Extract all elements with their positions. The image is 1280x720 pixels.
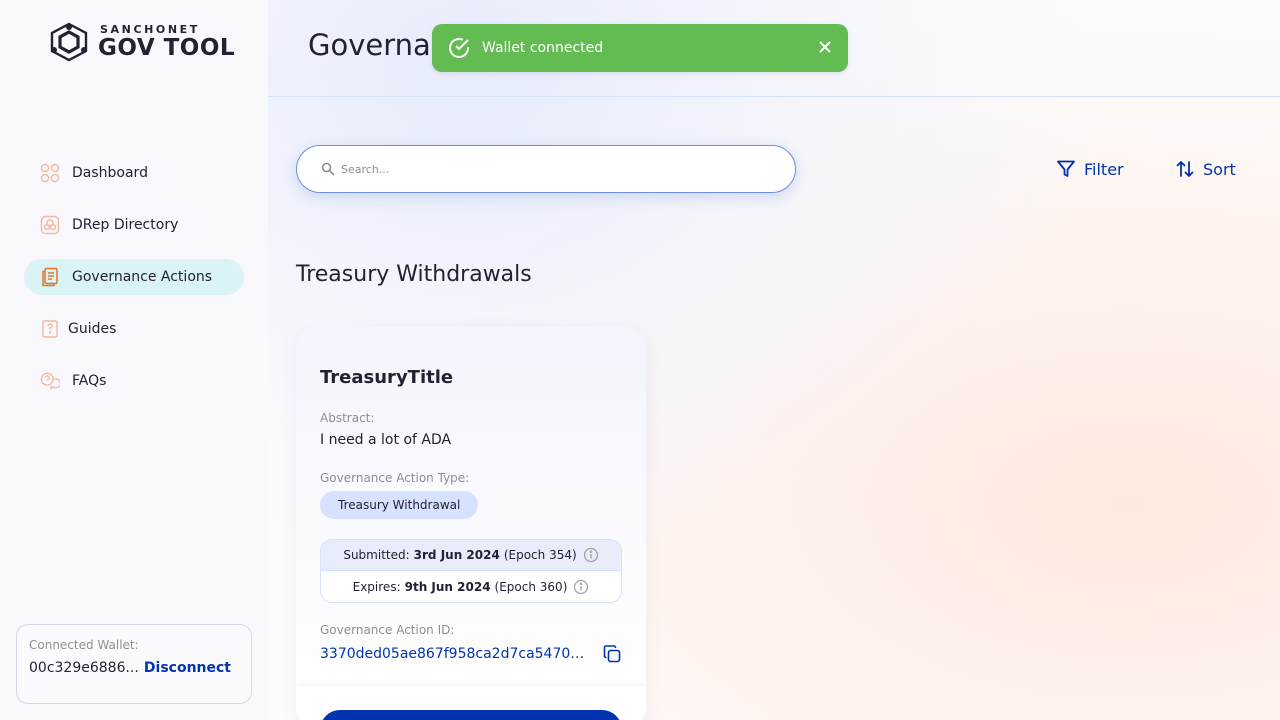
check-circle-icon (449, 38, 469, 58)
card-title: TreasuryTitle (320, 367, 454, 388)
search-input[interactable] (341, 162, 761, 176)
sort-icon (1176, 161, 1194, 177)
wallet-connected-toast: Wallet connected (432, 24, 848, 72)
close-icon[interactable] (816, 38, 834, 56)
expires-epoch: (Epoch 360) (494, 579, 568, 594)
action-id[interactable]: 3370ded05ae867f958ca2d7ca5470e... (320, 646, 592, 662)
search-bar (296, 145, 796, 193)
type-label: Governance Action Type: (320, 471, 470, 485)
sidebar-item-faqs[interactable]: FAQs (24, 363, 244, 399)
submitted-date: 3rd Jun 2024 (413, 548, 500, 562)
copy-icon[interactable] (602, 644, 622, 664)
dates-panel: Submitted: 3rd Jun 2024 (Epoch 354) Expi… (320, 539, 622, 603)
logo-title: GOV TOOL (98, 35, 236, 61)
sidebar-item-drep-directory[interactable]: DRep Directory (24, 207, 244, 243)
abstract-label: Abstract: (320, 411, 375, 425)
connected-wallet-panel: Connected Wallet: 00c329e6886... Disconn… (16, 624, 252, 704)
search-icon (321, 162, 335, 176)
abstract-text: I need a lot of ADA (320, 432, 452, 448)
logo-subtitle: SANCHONET (100, 23, 200, 36)
action-id-row: 3370ded05ae867f958ca2d7ca5470e... (320, 644, 622, 664)
filter-label: Filter (1084, 159, 1124, 179)
governance-action-card: TreasuryTitle Abstract: I need a lot of … (296, 327, 646, 720)
sidebar-item-label: DRep Directory (72, 217, 179, 233)
faqs-icon (40, 371, 60, 391)
guides-icon (40, 319, 60, 339)
sidebar-nav: Dashboard DRep Directory Governance Acti… (24, 155, 244, 415)
info-icon[interactable] (583, 547, 599, 563)
filter-icon (1057, 160, 1075, 177)
action-type-badge: Treasury Withdrawal (320, 491, 479, 519)
wallet-label: Connected Wallet: (29, 638, 139, 652)
logo-hexagon-icon (50, 22, 88, 62)
sidebar-item-guides[interactable]: Guides (24, 311, 244, 347)
toast-message: Wallet connected (482, 40, 604, 56)
view-details-button[interactable] (320, 710, 622, 720)
expires-row: Expires: 9th Jun 2024 (Epoch 360) (321, 571, 621, 602)
expires-date: 9th Jun 2024 (404, 579, 491, 594)
expires-label: Expires: (352, 579, 401, 594)
submitted-label: Submitted: (343, 548, 410, 562)
submitted-row: Submitted: 3rd Jun 2024 (Epoch 354) (321, 540, 621, 571)
sidebar-item-label: Dashboard (72, 165, 148, 181)
submitted-epoch: (Epoch 354) (503, 548, 577, 562)
sidebar: SANCHONET GOV TOOL Dashboard DRep Direct… (0, 0, 268, 720)
section-title: Treasury Withdrawals (296, 262, 532, 287)
sidebar-item-label: Governance Actions (72, 269, 213, 285)
app-logo[interactable]: SANCHONET GOV TOOL (48, 22, 235, 62)
info-icon[interactable] (573, 579, 589, 595)
sort-label: Sort (1203, 159, 1236, 179)
drep-directory-icon (40, 215, 60, 235)
filter-button[interactable]: Filter (1056, 156, 1124, 182)
wallet-address: 00c329e6886... (29, 660, 139, 676)
sidebar-item-dashboard[interactable]: Dashboard (24, 155, 244, 191)
sort-button[interactable]: Sort (1175, 156, 1236, 182)
disconnect-button[interactable]: Disconnect (144, 660, 231, 676)
sidebar-item-label: FAQs (72, 373, 107, 389)
sidebar-item-label: Guides (68, 321, 117, 337)
governance-actions-icon (40, 267, 60, 287)
main-content: Governance Actions Wallet connected Filt… (268, 0, 1280, 720)
card-footer (296, 686, 646, 720)
dashboard-icon (40, 163, 60, 183)
sidebar-item-governance-actions[interactable]: Governance Actions (24, 259, 244, 295)
action-id-label: Governance Action ID: (320, 623, 455, 637)
